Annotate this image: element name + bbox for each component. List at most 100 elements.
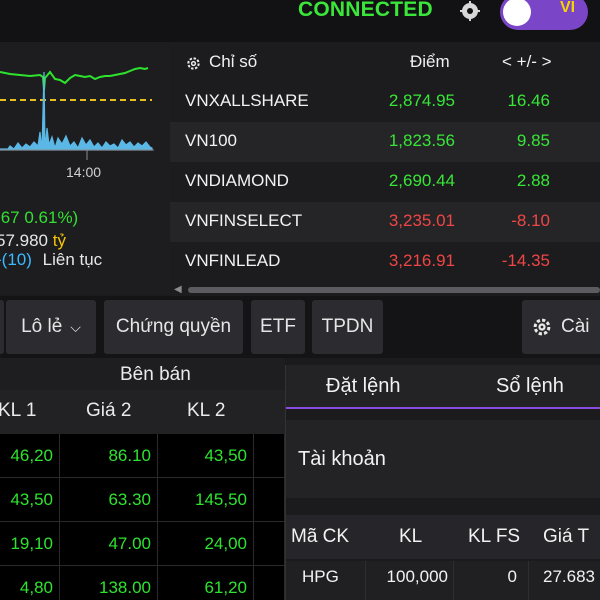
board-cell-vol1: 46,20: [0, 434, 60, 478]
index-trade-value: 57.980 tỷ: [0, 231, 66, 251]
cell-value: 61,20: [204, 578, 247, 597]
price-board: Bên bán KL 1 Giá 2 KL 2 46,20 86.10 43,5…: [0, 358, 285, 600]
tab-warrants-label: Chứng quyền: [115, 316, 232, 337]
board-cell-vol2: 145,50: [158, 478, 254, 522]
cell-value: 4,80: [19, 578, 53, 597]
index-row[interactable]: VNFINLEAD 3,216.91 -14.35: [170, 242, 600, 282]
status-count: -(10): [0, 250, 32, 269]
index-change-value: 2.88: [516, 171, 550, 190]
trade-value-unit: tỷ: [52, 231, 66, 250]
column-header-points[interactable]: Điểm: [410, 52, 450, 72]
board-row[interactable]: 46,20 86.10 43,50: [0, 434, 285, 478]
cell-value: 43,50: [204, 446, 247, 465]
tab-order-book[interactable]: Sổ lệnh: [496, 375, 564, 398]
index-row[interactable]: VNXALLSHARE 2,874.95 16.46: [170, 82, 600, 122]
sell-side-label: Bên bán: [120, 364, 191, 385]
chevron-down-icon: ⌵: [70, 318, 81, 335]
cell-value: 46,20: [10, 446, 53, 465]
board-cell-vol2: 61,20: [158, 566, 254, 600]
price-line: [0, 66, 149, 91]
board-cell-price2: 138.00: [60, 566, 158, 600]
tab-odd-lot[interactable]: Lô lẻ ⌵: [6, 300, 96, 354]
scrollbar-thumb[interactable]: [188, 287, 600, 293]
index-row[interactable]: VN100 1,823.56 9.85: [170, 122, 600, 162]
column-header-qty[interactable]: KL: [399, 526, 422, 548]
index-chart-panel: 14:00 .67 0.61%) 57.980 tỷ -(10) Liên tụ…: [0, 42, 170, 295]
top-bar: CONNECTED VI: [0, 0, 600, 42]
position-qty-fs: 0: [507, 567, 517, 586]
tab-place-order[interactable]: Đặt lệnh: [326, 375, 401, 398]
column-header-change[interactable]: < +/- >: [502, 52, 552, 72]
volume-bars: [0, 71, 153, 151]
index-change-value: -8.10: [511, 211, 550, 230]
index-change-value: 16.46: [507, 91, 550, 110]
column-header-vol2[interactable]: KL 2: [187, 400, 225, 422]
index-points: 2,690.44: [388, 171, 455, 190]
index-table: Chỉ số Điểm < +/- > VNXALLSHARE 2,874.95…: [170, 42, 600, 284]
cell-value: 63.30: [108, 490, 151, 509]
gear-icon: [533, 318, 551, 336]
tab-bonds[interactable]: TPDN: [312, 300, 383, 354]
settings-button[interactable]: Cài: [522, 300, 600, 354]
positions-header: Mã CK KL KL FS Giá T: [286, 515, 600, 559]
cell-value: 145,50: [195, 490, 247, 509]
index-row[interactable]: VNFINSELECT 3,235.01 -8.10: [170, 202, 600, 242]
board-tab-bar: Lô lẻ ⌵ Chứng quyền ETF TPDN Cài: [0, 296, 600, 358]
column-header-price[interactable]: Giá T: [543, 526, 589, 548]
cell-value: 19,10: [10, 534, 53, 553]
index-points: 1,823.56: [388, 131, 455, 150]
index-name: VNFINLEAD: [185, 251, 281, 270]
settings-label: Cài: [561, 316, 590, 337]
market-status: -(10) Liên tục: [0, 250, 102, 270]
index-change-value: -14.35: [501, 251, 550, 270]
session-status: Liên tục: [42, 250, 103, 269]
tab-warrants[interactable]: Chứng quyền: [104, 300, 243, 354]
index-points: 3,216.91: [388, 251, 455, 270]
position-cell: [454, 561, 529, 600]
board-cell-vol1: 4,80: [0, 566, 60, 600]
order-panel-tabs: Đặt lệnh Sổ lệnh: [286, 365, 600, 409]
toggle-knob: [503, 0, 531, 26]
column-header-symbol[interactable]: Mã CK: [291, 526, 349, 548]
tab-odd-lot-label: Lô lẻ: [21, 316, 63, 337]
board-cell-next: [254, 434, 285, 478]
column-header-qty-fs[interactable]: KL FS: [468, 526, 520, 548]
tab-previous[interactable]: [0, 300, 4, 354]
index-points: 2,874.95: [388, 91, 455, 110]
column-header-index[interactable]: Chỉ số: [209, 52, 257, 72]
board-cell-vol1: 43,50: [0, 478, 60, 522]
board-cell-next: [254, 566, 285, 600]
clock-settings-icon[interactable]: [459, 0, 481, 22]
index-table-header: Chỉ số Điểm < +/- >: [170, 42, 600, 84]
board-cell-next: [254, 522, 285, 566]
board-row[interactable]: 19,10 47.00 24,00: [0, 522, 285, 566]
language-toggle[interactable]: VI: [500, 0, 588, 30]
trade-value-number: 57.980: [0, 231, 48, 250]
order-panel: Đặt lệnh Sổ lệnh Tài khoản Mã CK KL KL F…: [285, 365, 600, 600]
index-row[interactable]: VNDIAMOND 2,690.44 2.88: [170, 162, 600, 202]
position-qty: 100,000: [386, 567, 448, 586]
tab-bonds-label: TPDN: [321, 316, 374, 337]
column-header-price2[interactable]: Giá 2: [86, 400, 131, 422]
scroll-left-arrow-icon[interactable]: ◀: [174, 284, 182, 295]
board-cell-vol1: 19,10: [0, 522, 60, 566]
column-header-vol1[interactable]: KL 1: [0, 400, 36, 422]
index-table-scrollbar[interactable]: ◀: [170, 284, 600, 296]
board-cell-price2: 86.10: [60, 434, 158, 478]
position-symbol: HPG: [302, 567, 339, 586]
board-cell-vol2: 43,50: [158, 434, 254, 478]
sell-side-header: Bên bán: [0, 358, 285, 390]
board-cell-vol2: 24,00: [158, 522, 254, 566]
tab-etf[interactable]: ETF: [251, 300, 305, 354]
index-change: .67 0.61%): [0, 208, 79, 227]
board-row[interactable]: 4,80 138.00 61,20: [0, 566, 285, 600]
gear-icon[interactable]: [186, 56, 201, 71]
tab-etf-label: ETF: [260, 316, 296, 337]
index-name: VNFINSELECT: [185, 211, 303, 230]
cell-value: 86.10: [108, 446, 151, 465]
language-label: VI: [560, 0, 576, 16]
cell-value: 138.00: [99, 578, 151, 597]
position-row[interactable]: HPG 100,000 0 27.683: [286, 561, 600, 600]
board-row[interactable]: 43,50 63.30 145,50: [0, 478, 285, 522]
account-selector[interactable]: Tài khoản: [286, 420, 600, 498]
